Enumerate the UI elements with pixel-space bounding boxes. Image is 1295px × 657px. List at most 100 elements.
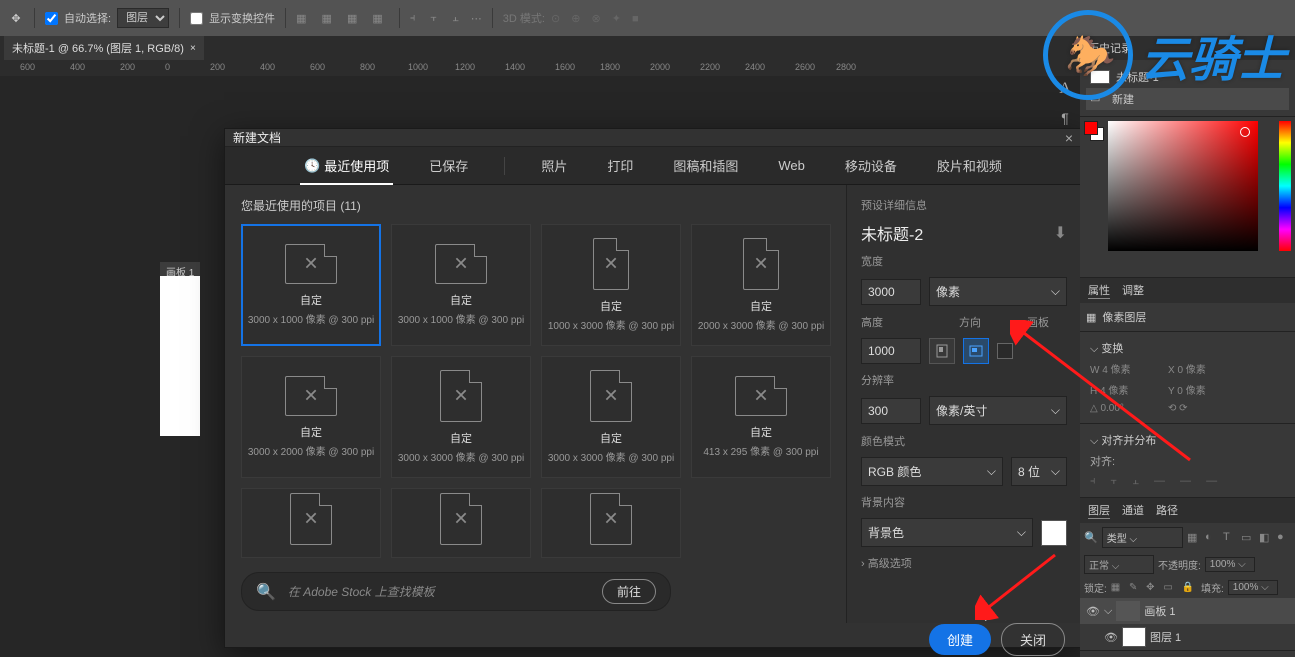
preset-card[interactable] — [241, 488, 381, 558]
background-dropdown[interactable]: 背景色⌵ — [861, 518, 1033, 547]
filter-shape-icon[interactable]: ▭ — [1241, 531, 1255, 545]
chevron-down-icon: ⌵ — [1051, 403, 1060, 418]
preset-card[interactable]: 自定3000 x 3000 像素 @ 300 ppi — [391, 356, 531, 478]
tab-print[interactable]: 打印 — [603, 156, 637, 175]
cursor-icon: ➤ — [983, 608, 995, 625]
preset-card[interactable]: 自定3000 x 3000 像素 @ 300 ppi — [541, 356, 681, 478]
create-button[interactable]: 创建 — [929, 624, 991, 655]
filter-smart-icon[interactable]: ◧ — [1259, 531, 1273, 545]
color-field[interactable] — [1108, 121, 1258, 251]
bit-depth-dropdown[interactable]: 8 位⌵ — [1011, 457, 1067, 486]
chevron-down-icon[interactable]: ⌵ — [1104, 605, 1112, 618]
tab-photo[interactable]: 照片 — [537, 156, 571, 175]
more-icon[interactable]: ⋯ — [471, 12, 482, 25]
fill-input[interactable]: 100% ⌵ — [1228, 580, 1278, 595]
go-button[interactable]: 前往 — [602, 579, 656, 604]
search-icon: 🔍 — [256, 582, 276, 602]
preset-card[interactable]: 自定3000 x 1000 像素 @ 300 ppi — [241, 224, 381, 346]
advanced-options-toggle[interactable]: › 高级选项 — [861, 555, 1067, 571]
filter-type-icon[interactable]: T — [1223, 531, 1237, 545]
paths-tab[interactable]: 路径 — [1156, 502, 1178, 519]
preset-card[interactable] — [541, 488, 681, 558]
chevron-down-icon[interactable]: ⌵ — [1090, 435, 1098, 447]
auto-select-checkbox[interactable] — [45, 12, 58, 25]
tab-film[interactable]: 胶片和视频 — [933, 156, 1006, 175]
layers-tab[interactable]: 图层 — [1088, 502, 1110, 519]
width-unit-dropdown[interactable]: 像素⌵ — [929, 277, 1067, 306]
visibility-icon[interactable]: 👁 — [1086, 605, 1100, 618]
type-icon[interactable]: A — [1059, 80, 1071, 98]
resolution-unit-dropdown[interactable]: 像素/英寸⌵ — [929, 396, 1067, 425]
auto-select-dropdown[interactable]: 图层 — [117, 8, 169, 28]
opacity-input[interactable]: 100% ⌵ — [1205, 557, 1255, 572]
chevron-right-icon: › — [861, 558, 865, 570]
visibility-icon[interactable]: 👁 — [1104, 631, 1118, 644]
show-transform-checkbox[interactable] — [190, 12, 203, 25]
adjustments-tab[interactable]: 调整 — [1122, 282, 1144, 299]
tab-saved[interactable]: 已保存 — [425, 156, 472, 175]
history-item[interactable]: 未标题-1 — [1086, 66, 1289, 88]
transform-w[interactable]: W 4 像素 — [1090, 361, 1160, 376]
artboard[interactable] — [160, 276, 200, 436]
document-name[interactable]: 未标题-2 — [861, 221, 923, 245]
color-mode-dropdown[interactable]: RGB 颜色⌵ — [861, 457, 1003, 486]
auto-select-label: 自动选择: — [64, 10, 111, 26]
flip-icons[interactable]: ⟲ ⟳ — [1168, 403, 1238, 414]
channels-tab[interactable]: 通道 — [1122, 502, 1144, 519]
search-icon[interactable]: 🔍 — [1084, 531, 1098, 544]
preset-card[interactable]: 自定3000 x 1000 像素 @ 300 ppi — [391, 224, 531, 346]
document-icon — [290, 493, 332, 545]
chevron-down-icon[interactable]: ⌵ — [1090, 343, 1098, 355]
filter-type-dropdown[interactable]: 类型 ⌵ — [1102, 527, 1183, 548]
document-tab[interactable]: 未标题-1 @ 66.7% (图层 1, RGB/8) × — [4, 36, 204, 60]
filter-adjust-icon[interactable]: ◐ — [1205, 531, 1219, 545]
align-buttons[interactable]: ⫞ ⫟ ⫠ — — — — [1086, 472, 1289, 491]
color-mode-label: 颜色模式 — [861, 433, 1067, 449]
artboard-checkbox[interactable] — [997, 343, 1013, 359]
align-icons[interactable]: ▦ ▦ ▦ ▦ — [296, 12, 389, 25]
height-input[interactable] — [861, 338, 921, 364]
new-document-dialog: 新建文档 × 🕓最近使用项 已保存 照片 打印 图稿和插图 Web 移动设备 胶… — [224, 128, 1082, 648]
tab-art[interactable]: 图稿和插图 — [669, 156, 742, 175]
stock-search-input[interactable]: 在 Adobe Stock 上查找模板 — [288, 583, 590, 600]
filter-toggle-icon[interactable]: ● — [1277, 531, 1291, 545]
distribute-icons[interactable]: ⫞ ⫟ ⫠ — [410, 12, 465, 25]
preset-card[interactable]: 自定413 x 295 像素 @ 300 ppi — [691, 356, 831, 478]
hue-slider[interactable] — [1279, 121, 1291, 251]
paragraph-icon[interactable]: ¶ — [1061, 110, 1069, 126]
history-item[interactable]: ▭ 新建 — [1086, 88, 1289, 110]
layer-row[interactable]: 👁 图层 1 — [1080, 624, 1295, 650]
filter-pixel-icon[interactable]: ▦ — [1187, 531, 1201, 545]
right-panels: 历史记录 未标题-1 ▭ 新建 属性 调整 ▦像素图层 — [1080, 36, 1295, 657]
preset-card[interactable]: 自定2000 x 3000 像素 @ 300 ppi — [691, 224, 831, 346]
history-tab[interactable]: 历史记录 — [1088, 40, 1132, 56]
preset-card[interactable]: 自定1000 x 3000 像素 @ 300 ppi — [541, 224, 681, 346]
orientation-portrait-button[interactable] — [929, 338, 955, 364]
blend-mode-dropdown[interactable]: 正常 ⌵ — [1084, 555, 1154, 574]
layer-name[interactable]: 画板 1 — [1144, 603, 1175, 619]
layer-name[interactable]: 图层 1 — [1150, 629, 1181, 645]
close-button[interactable]: 关闭 — [1001, 623, 1065, 656]
orientation-landscape-button[interactable] — [963, 338, 989, 364]
properties-tab[interactable]: 属性 — [1088, 282, 1110, 299]
transform-y[interactable]: Y 0 像素 — [1168, 382, 1238, 397]
tab-recent[interactable]: 🕓最近使用项 — [300, 156, 393, 185]
save-preset-icon[interactable]: ⬇ — [1054, 223, 1067, 243]
background-color-swatch[interactable] — [1041, 520, 1067, 546]
resolution-input[interactable] — [861, 398, 921, 424]
transform-angle[interactable]: △ 0.00° — [1090, 403, 1160, 414]
close-icon[interactable]: × — [190, 43, 196, 54]
dialog-close-icon[interactable]: × — [1065, 130, 1073, 146]
document-icon — [435, 244, 487, 284]
transform-h[interactable]: H 4 像素 — [1090, 382, 1160, 397]
layer-row-artboard[interactable]: 👁 ⌵ 画板 1 — [1080, 598, 1295, 624]
foreground-background-swatch[interactable] — [1084, 121, 1104, 141]
mode-3d-icons: ⊙ ⊕ ⊗ ✦ ■ — [551, 12, 643, 25]
tab-web[interactable]: Web — [774, 158, 809, 173]
preset-card[interactable] — [391, 488, 531, 558]
lock-icons[interactable]: ▦ ✎ ✥ ▭ 🔒 — [1111, 582, 1197, 593]
width-input[interactable] — [861, 279, 921, 305]
transform-x[interactable]: X 0 像素 — [1168, 361, 1238, 376]
tab-mobile[interactable]: 移动设备 — [841, 156, 901, 175]
preset-card[interactable]: 自定3000 x 2000 像素 @ 300 ppi — [241, 356, 381, 478]
